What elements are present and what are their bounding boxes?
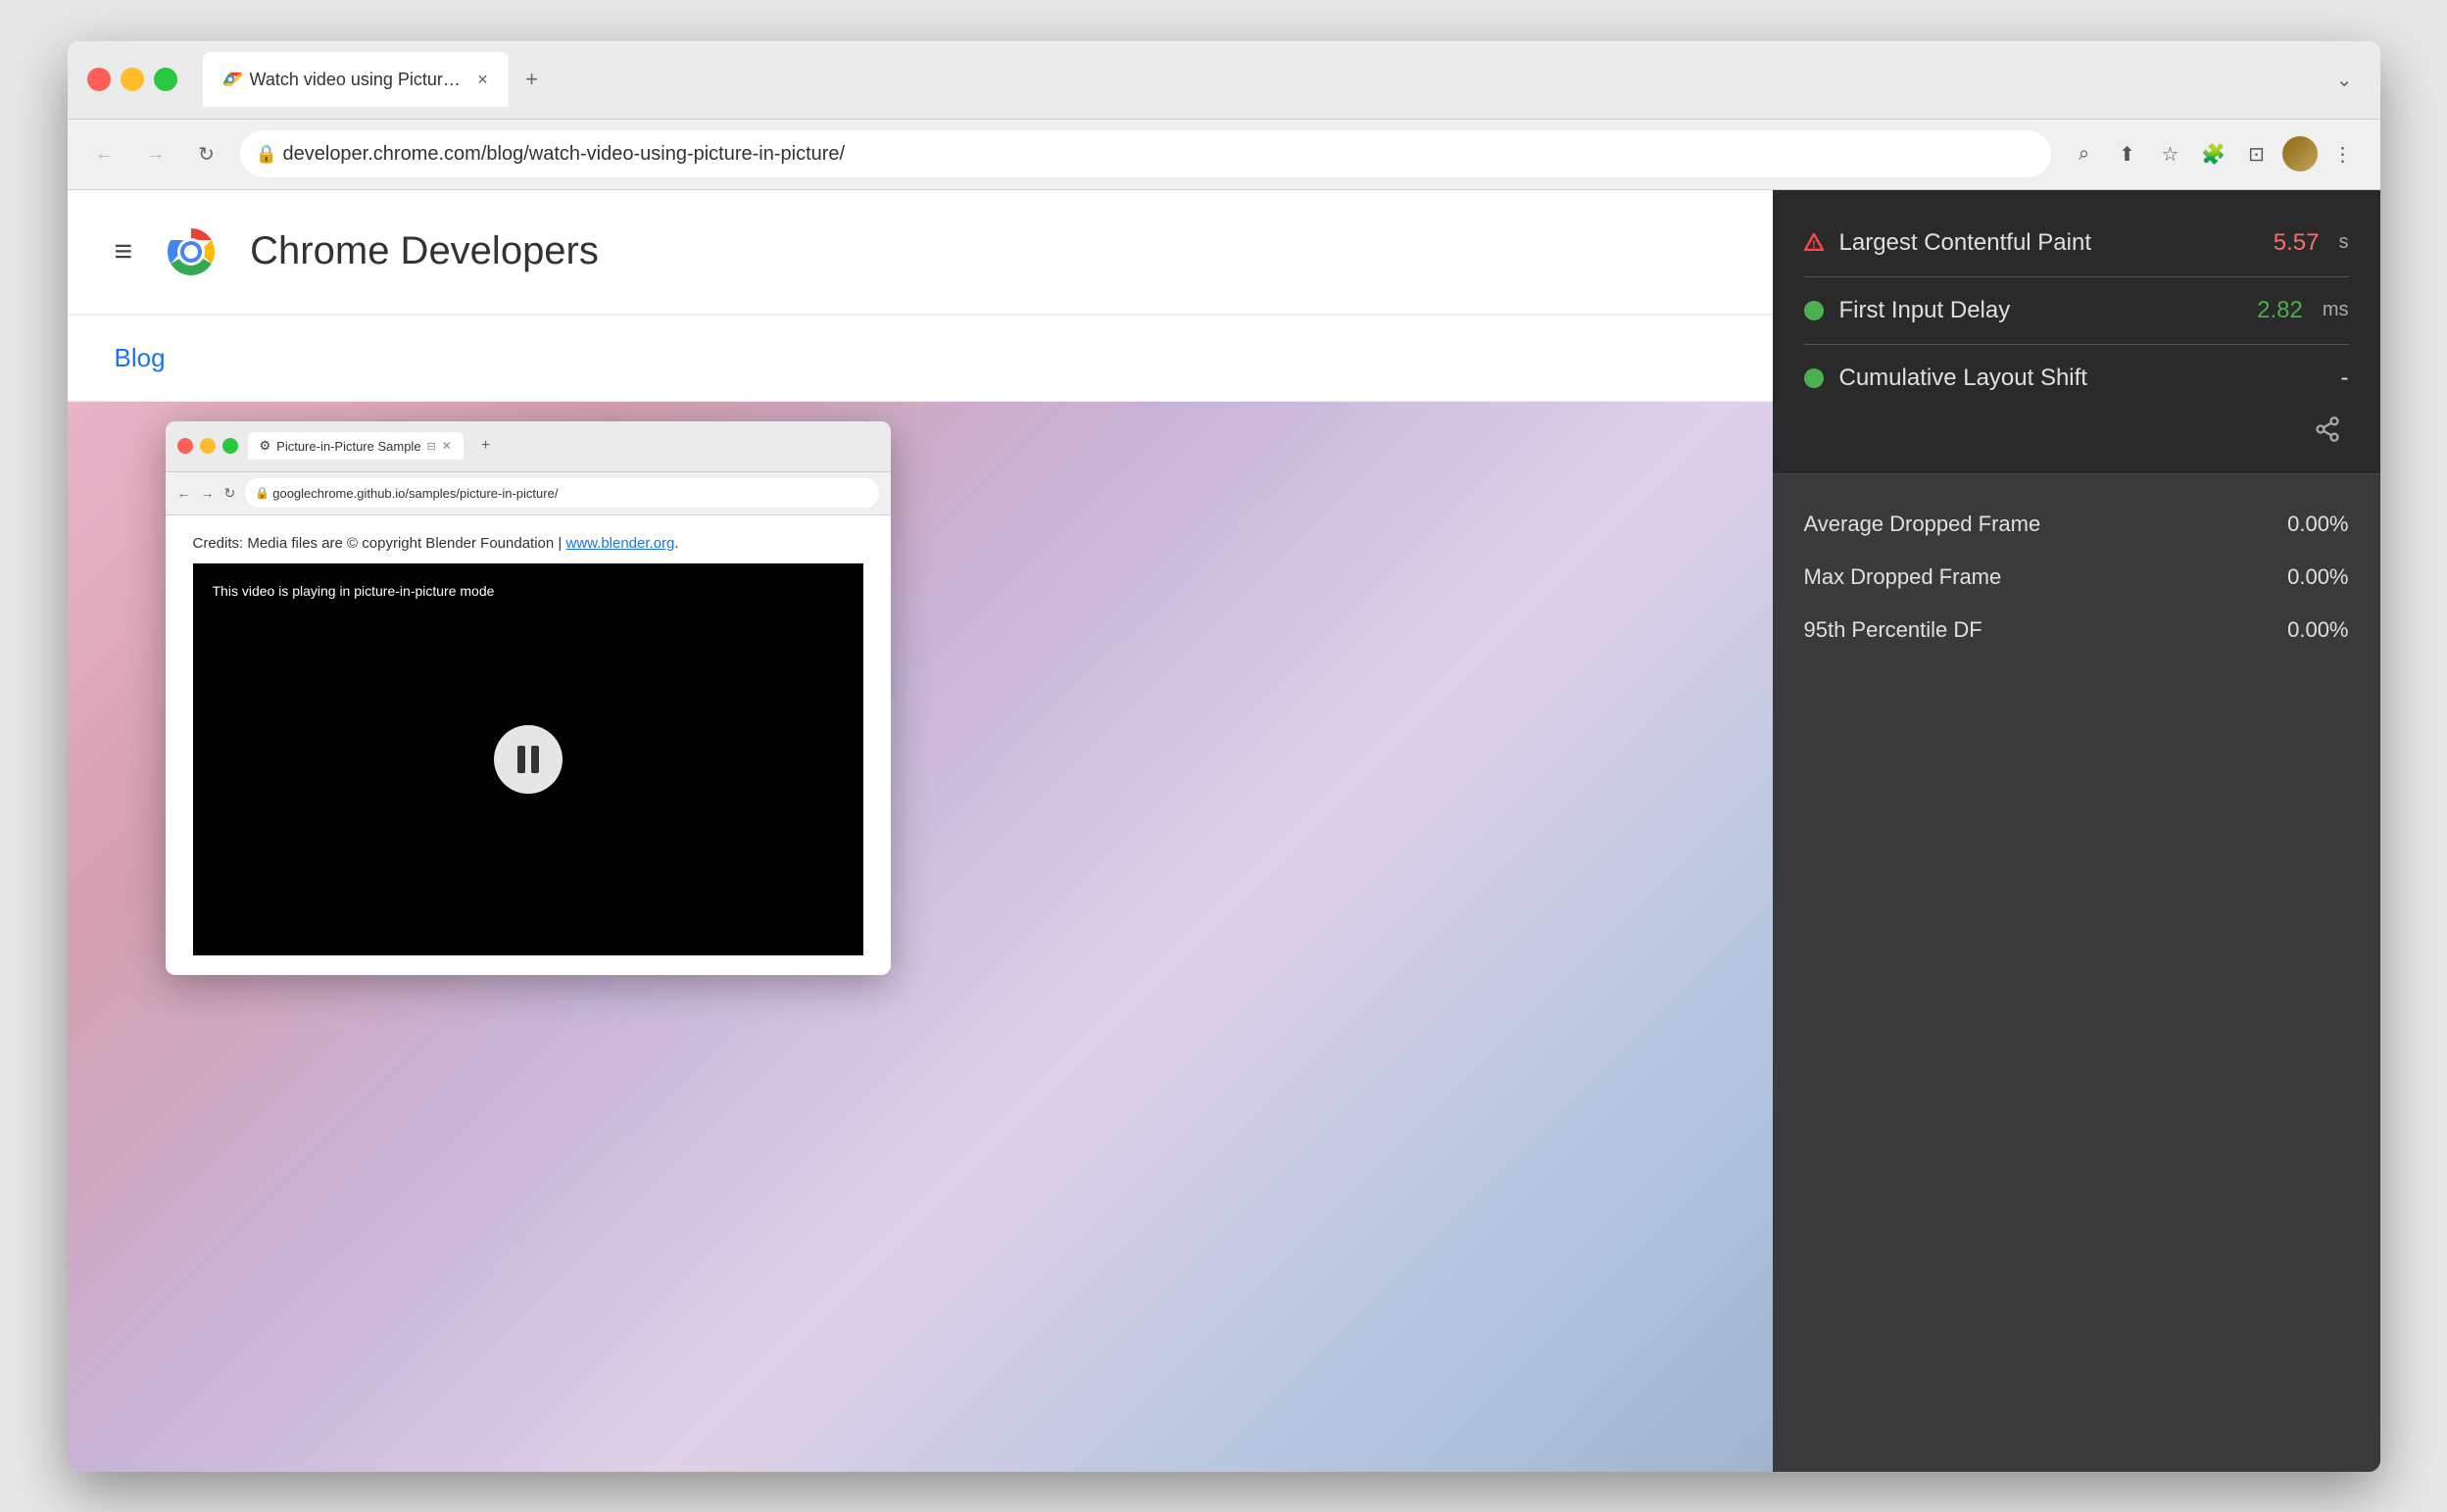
lcp-unit: s xyxy=(2339,231,2349,254)
inner-lock-icon: 🔒 xyxy=(255,486,269,500)
web-content: ≡ xyxy=(68,190,1773,1472)
frame-row-avg: Average Dropped Frame 0.00% xyxy=(1804,498,2349,551)
inner-credits-text: Credits: Media files are © copyright Ble… xyxy=(193,535,863,552)
fid-value: 2.82 xyxy=(2257,297,2303,324)
lcp-value: 5.57 xyxy=(2274,229,2320,257)
p95-dropped-value: 0.00% xyxy=(2287,617,2348,643)
inner-tab-favicon: ⚙ xyxy=(260,438,271,454)
chrome-logo xyxy=(156,217,226,287)
inner-minimize-button[interactable] xyxy=(200,438,216,454)
inner-close-button[interactable] xyxy=(177,438,193,454)
cwv-row-lcp: ! Largest Contentful Paint 5.57 s xyxy=(1804,214,2349,272)
max-dropped-value: 0.00% xyxy=(2287,564,2348,590)
address-bar: ← → ↻ 🔒 ⌕ ⬆ ☆ 🧩 ⊡ ⋮ xyxy=(68,120,2380,190)
fid-indicator xyxy=(1804,301,1824,320)
lcp-indicator: ! xyxy=(1804,233,1824,253)
share-button-container xyxy=(1804,415,2349,450)
inner-new-tab-button[interactable]: + xyxy=(473,433,498,459)
hamburger-menu-icon[interactable]: ≡ xyxy=(115,233,133,269)
tab-close-button[interactable]: ✕ xyxy=(473,70,493,89)
window-icon[interactable]: ⊡ xyxy=(2239,136,2275,171)
traffic-lights xyxy=(87,68,177,91)
avatar[interactable] xyxy=(2282,136,2318,171)
inner-traffic-lights xyxy=(177,438,238,454)
browser-window: Watch video using Picture-in-P ✕ + ⌄ ← →… xyxy=(68,41,2380,1472)
inner-tab-view-icon: ⊟ xyxy=(427,440,436,453)
p95-dropped-label: 95th Percentile DF xyxy=(1804,617,2288,643)
cls-label: Cumulative Layout Shift xyxy=(1839,365,2325,392)
extension-icon[interactable]: 🧩 xyxy=(2196,136,2231,171)
inner-active-tab[interactable]: ⚙ Picture-in-Picture Sample ⊟ ✕ xyxy=(248,432,464,460)
blog-link[interactable]: Blog xyxy=(115,343,166,372)
site-title: Chrome Developers xyxy=(250,229,599,273)
tab-title: Watch video using Picture-in-P xyxy=(250,70,465,90)
video-player: This video is playing in picture-in-pict… xyxy=(193,563,863,955)
inner-address-bar: ← → ↻ 🔒 xyxy=(166,472,891,515)
frame-row-max: Max Dropped Frame 0.00% xyxy=(1804,551,2349,604)
menu-button[interactable]: ⋮ xyxy=(2325,136,2361,171)
inner-address-input[interactable] xyxy=(245,478,878,508)
content-area: ≡ xyxy=(68,190,2380,1472)
search-icon[interactable]: ⌕ xyxy=(2067,136,2102,171)
tab-menu-button[interactable]: ⌄ xyxy=(2328,60,2361,100)
blog-nav: Blog xyxy=(68,316,1773,402)
frame-section: Average Dropped Frame 0.00% Max Dropped … xyxy=(1773,474,2380,1472)
forward-button[interactable]: → xyxy=(138,136,173,171)
fid-unit: ms xyxy=(2323,299,2349,321)
inner-tab-title: Picture-in-Picture Sample xyxy=(276,439,420,454)
address-input[interactable] xyxy=(240,130,2051,177)
close-button[interactable] xyxy=(87,68,111,91)
inner-address-wrapper: 🔒 xyxy=(245,478,878,508)
blender-link[interactable]: www.blender.org xyxy=(565,535,674,552)
title-bar: Watch video using Picture-in-P ✕ + ⌄ xyxy=(68,41,2380,120)
avg-dropped-value: 0.00% xyxy=(2287,512,2348,537)
svg-text:!: ! xyxy=(1812,239,1816,251)
inner-web-content: Credits: Media files are © copyright Ble… xyxy=(166,515,891,975)
page-background: ⚙ Picture-in-Picture Sample ⊟ ✕ + ← → ↻ xyxy=(68,402,1773,1472)
inner-reload-button[interactable]: ↻ xyxy=(224,485,236,502)
video-caption: This video is playing in picture-in-pict… xyxy=(213,583,495,599)
back-button[interactable]: ← xyxy=(87,136,122,171)
cwv-section: ! Largest Contentful Paint 5.57 s First … xyxy=(1773,190,2380,474)
frame-row-p95: 95th Percentile DF 0.00% xyxy=(1804,604,2349,657)
address-wrapper: 🔒 xyxy=(240,130,2051,177)
avg-dropped-label: Average Dropped Frame xyxy=(1804,512,2288,537)
share-icon[interactable]: ⬆ xyxy=(2110,136,2145,171)
inner-tab-close-button[interactable]: ✕ xyxy=(442,439,452,453)
reload-button[interactable]: ↻ xyxy=(189,136,224,171)
fid-label: First Input Delay xyxy=(1839,297,2242,324)
inner-title-bar: ⚙ Picture-in-Picture Sample ⊟ ✕ + xyxy=(166,421,891,472)
cls-value: - xyxy=(2341,365,2349,392)
maximize-button[interactable] xyxy=(154,68,177,91)
minimize-button[interactable] xyxy=(121,68,144,91)
lock-icon: 🔒 xyxy=(256,144,277,165)
tab-favicon xyxy=(219,68,242,91)
bookmark-icon[interactable]: ☆ xyxy=(2153,136,2188,171)
site-header: ≡ xyxy=(68,190,1773,316)
inner-maximize-button[interactable] xyxy=(222,438,238,454)
cwv-row-fid: First Input Delay 2.82 ms xyxy=(1804,281,2349,340)
max-dropped-label: Max Dropped Frame xyxy=(1804,564,2288,590)
inner-browser-window: ⚙ Picture-in-Picture Sample ⊟ ✕ + ← → ↻ xyxy=(166,421,891,975)
cls-indicator xyxy=(1804,368,1824,388)
pause-button[interactable] xyxy=(494,725,563,794)
cwv-row-cls: Cumulative Layout Shift - xyxy=(1804,349,2349,408)
toolbar-icons: ⌕ ⬆ ☆ 🧩 ⊡ ⋮ xyxy=(2067,136,2361,171)
metrics-panel: ! Largest Contentful Paint 5.57 s First … xyxy=(1773,190,2380,1472)
inner-back-button[interactable]: ← xyxy=(177,485,191,501)
new-tab-button[interactable]: + xyxy=(513,60,552,99)
active-tab[interactable]: Watch video using Picture-in-P ✕ xyxy=(203,52,509,107)
inner-forward-button[interactable]: → xyxy=(201,485,215,501)
share-metrics-button[interactable] xyxy=(2314,415,2341,450)
tab-bar: Watch video using Picture-in-P ✕ + xyxy=(203,52,2313,107)
lcp-label: Largest Contentful Paint xyxy=(1839,229,2258,257)
pause-icon xyxy=(517,746,539,773)
